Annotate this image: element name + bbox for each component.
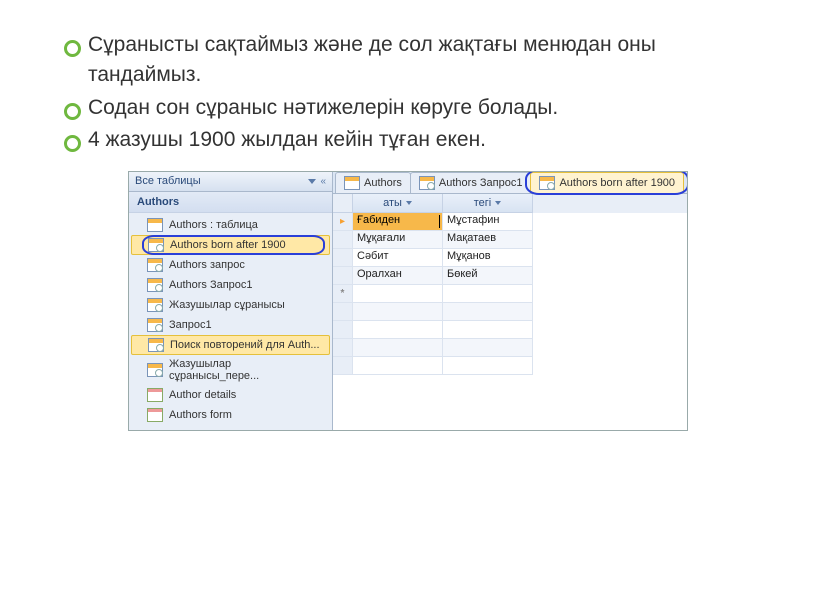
empty-row xyxy=(333,357,687,375)
collapse-pane-icon[interactable]: « xyxy=(320,176,326,187)
nav-item-query[interactable]: Authors born after 1900 xyxy=(131,235,330,255)
form-icon xyxy=(147,408,163,422)
tab-label: Authors Запрос1 xyxy=(439,177,523,189)
nav-item-query[interactable]: Жазушылар сұранысы xyxy=(129,295,332,315)
row-selector-header[interactable] xyxy=(333,194,353,213)
access-window: Все таблицы « Authors Authors : таблица A… xyxy=(128,171,688,431)
row-selector xyxy=(333,357,353,375)
nav-item-label: Authors form xyxy=(169,409,232,421)
bullet-item: Содан сон сұраныс нәтижелерін көруге бол… xyxy=(60,93,756,123)
nav-item-form[interactable]: Author details xyxy=(129,385,332,405)
nav-item-label: Author details xyxy=(169,389,236,401)
cell[interactable]: Бөкей xyxy=(443,267,533,285)
query-icon xyxy=(539,176,555,190)
table-row[interactable]: СәбитМұқанов xyxy=(333,249,687,267)
query-icon xyxy=(148,338,164,352)
bullet-item: 4 жазушы 1900 жылдан кейін тұған екен. xyxy=(60,125,756,155)
cell xyxy=(443,339,533,357)
tab-label: Authors xyxy=(364,177,402,189)
nav-item-query[interactable]: Жазушылар сұранысы_пере... xyxy=(129,355,332,385)
sort-dropdown-icon[interactable] xyxy=(495,201,501,205)
cell[interactable] xyxy=(443,285,533,303)
table-icon xyxy=(147,218,163,232)
nav-item-table[interactable]: Authors : таблица xyxy=(129,215,332,235)
nav-group-title[interactable]: Authors xyxy=(129,192,332,213)
nav-item-label: Жазушылар сұранысы_пере... xyxy=(169,358,324,382)
cell[interactable]: Мұқанов xyxy=(443,249,533,267)
query-icon xyxy=(419,176,435,190)
nav-item-label: Запрос1 xyxy=(169,319,212,331)
cell xyxy=(443,357,533,375)
cell xyxy=(353,339,443,357)
document-tabs: Authors Authors Запрос1 Authors born after… xyxy=(333,172,687,194)
nav-item-query[interactable]: Authors запрос xyxy=(129,255,332,275)
nav-item-label: Authors запрос xyxy=(169,259,245,271)
form-icon xyxy=(147,388,163,402)
empty-row xyxy=(333,339,687,357)
sort-dropdown-icon[interactable] xyxy=(406,201,412,205)
row-selector[interactable] xyxy=(333,231,353,249)
nav-header[interactable]: Все таблицы « xyxy=(129,172,332,192)
document-tab[interactable]: Authors born after 1900 xyxy=(530,172,684,193)
row-selector[interactable]: ▸ xyxy=(333,213,353,231)
bullet-list: Сұранысты сақтаймыз және де сол жақтағы … xyxy=(60,30,756,156)
row-selector xyxy=(333,339,353,357)
cell xyxy=(353,321,443,339)
row-selector[interactable] xyxy=(333,267,353,285)
nav-item-label: Authors : таблица xyxy=(169,219,258,231)
cell xyxy=(353,303,443,321)
query-icon xyxy=(147,318,163,332)
query-icon xyxy=(147,298,163,312)
document-tab[interactable]: Authors Запрос1 xyxy=(410,172,532,193)
row-selector xyxy=(333,321,353,339)
nav-item-query[interactable]: Поиск повторений для Auth... xyxy=(131,335,330,355)
query-icon xyxy=(147,258,163,272)
document-tab[interactable]: Authors xyxy=(335,172,411,193)
cell[interactable]: Мұстафин xyxy=(443,213,533,231)
nav-item-label: Authors born after 1900 xyxy=(170,239,286,251)
cell xyxy=(443,321,533,339)
tab-label: Authors born after 1900 xyxy=(559,177,675,189)
row-selector[interactable] xyxy=(333,249,353,267)
table-row[interactable]: ОралханБөкей xyxy=(333,267,687,285)
bullet-item: Сұранысты сақтаймыз және де сол жақтағы … xyxy=(60,30,756,91)
datasheet-grid: аты тегі ▸ҒабиденМұстафинМұқағалиМақатае… xyxy=(333,194,687,375)
cell[interactable] xyxy=(353,285,443,303)
column-header[interactable]: аты xyxy=(353,194,443,213)
nav-item-query[interactable]: Запрос1 xyxy=(129,315,332,335)
column-header-label: тегі xyxy=(474,197,492,209)
cell[interactable]: Оралхан xyxy=(353,267,443,285)
table-row[interactable]: МұқағалиМақатаев xyxy=(333,231,687,249)
cell[interactable]: Сәбит xyxy=(353,249,443,267)
chevron-down-icon[interactable] xyxy=(308,179,316,184)
nav-item-label: Поиск повторений для Auth... xyxy=(170,339,320,351)
column-header[interactable]: тегі xyxy=(443,194,533,213)
table-icon xyxy=(344,176,360,190)
nav-item-form[interactable]: Authors form xyxy=(129,405,332,425)
nav-item-label: Жазушылар сұранысы xyxy=(169,299,285,311)
cell[interactable]: Ғабиден xyxy=(353,213,443,231)
query-icon xyxy=(147,278,163,292)
cell[interactable]: Мұқағали xyxy=(353,231,443,249)
new-row-marker[interactable]: * xyxy=(333,285,353,303)
query-icon xyxy=(148,238,164,252)
cell xyxy=(443,303,533,321)
cell xyxy=(353,357,443,375)
nav-item-query[interactable]: Authors Запрос1 xyxy=(129,275,332,295)
datasheet-area: Authors Authors Запрос1 Authors born after… xyxy=(333,172,687,430)
navigation-pane: Все таблицы « Authors Authors : таблица A… xyxy=(129,172,333,430)
row-selector xyxy=(333,303,353,321)
empty-row xyxy=(333,303,687,321)
empty-row xyxy=(333,321,687,339)
nav-header-title: Все таблицы xyxy=(135,175,201,187)
new-row[interactable]: * xyxy=(333,285,687,303)
cell[interactable]: Мақатаев xyxy=(443,231,533,249)
nav-item-label: Authors Запрос1 xyxy=(169,279,253,291)
query-icon xyxy=(147,363,163,377)
table-row[interactable]: ▸ҒабиденМұстафин xyxy=(333,213,687,231)
column-header-label: аты xyxy=(383,197,402,209)
